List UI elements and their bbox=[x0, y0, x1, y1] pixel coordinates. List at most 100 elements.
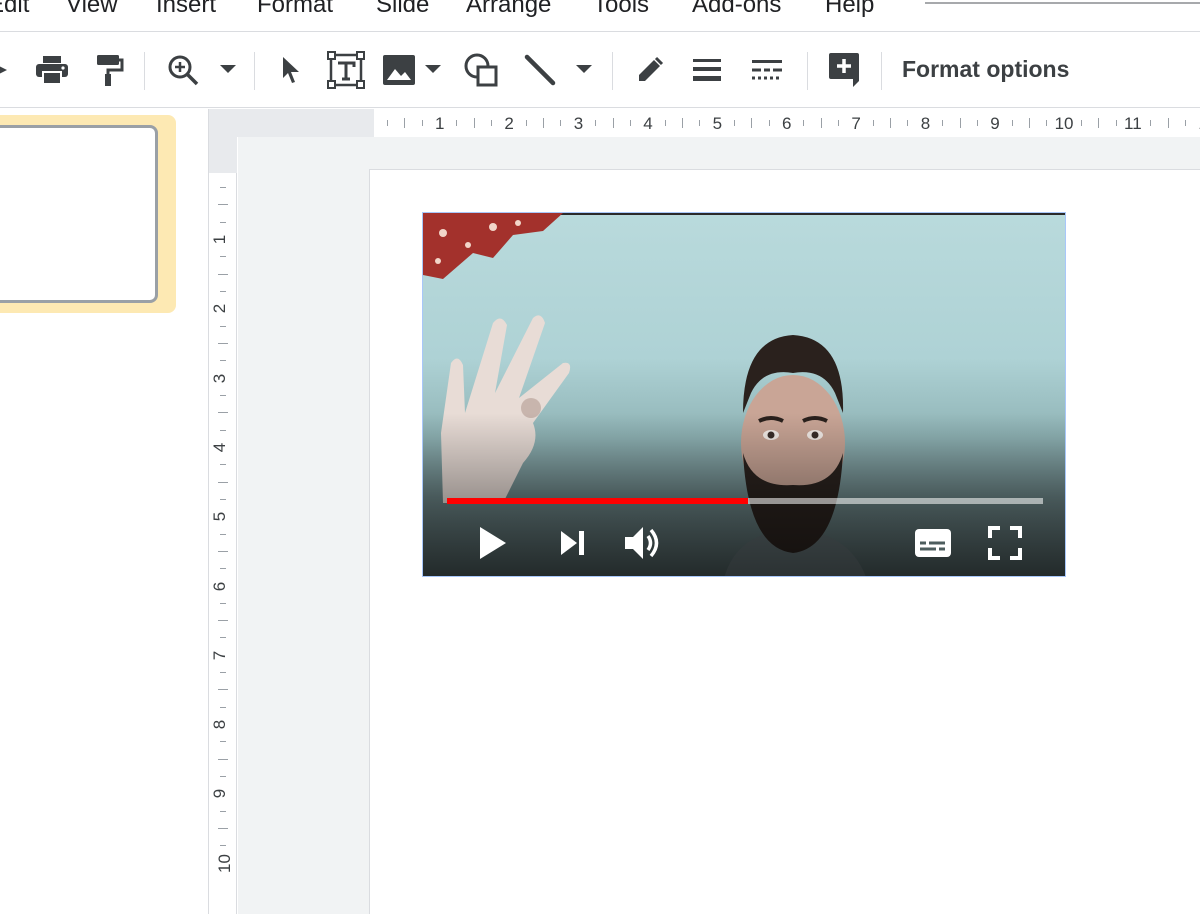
horizontal-ruler-label: 5 bbox=[712, 114, 723, 133]
horizontal-ruler-tick bbox=[386, 120, 388, 126]
vertical-ruler-label: 5 bbox=[210, 511, 230, 522]
select-cursor-icon[interactable] bbox=[276, 50, 306, 90]
horizontal-ruler-tick bbox=[1185, 120, 1187, 126]
vertical-ruler-tick bbox=[218, 273, 228, 275]
slide-thumbnail-selected[interactable] bbox=[0, 115, 176, 313]
menu-view[interactable]: View bbox=[66, 0, 118, 19]
horizontal-ruler-tick bbox=[421, 120, 423, 126]
horizontal-ruler-tick bbox=[1046, 120, 1048, 126]
image-dropdown-arrow-icon[interactable] bbox=[421, 50, 445, 90]
menu-add-ons[interactable]: Add-ons bbox=[692, 0, 781, 19]
vertical-ruler-label: 4 bbox=[210, 442, 230, 453]
horizontal-ruler-tick bbox=[1098, 118, 1100, 128]
horizontal-ruler-label: 2 bbox=[504, 114, 514, 133]
vertical-ruler-tick bbox=[220, 741, 226, 743]
horizontal-ruler-tick bbox=[838, 120, 840, 126]
horizontal-ruler-tick bbox=[473, 118, 475, 128]
horizontal-ruler-tick bbox=[751, 118, 753, 128]
zoom-icon[interactable] bbox=[165, 50, 201, 90]
text-box-icon[interactable] bbox=[326, 50, 366, 90]
menu-tools[interactable]: Tools bbox=[593, 0, 649, 19]
subtitles-icon[interactable] bbox=[911, 521, 955, 565]
volume-icon[interactable] bbox=[621, 521, 665, 565]
fullscreen-icon[interactable] bbox=[983, 521, 1027, 565]
paint-format-partial-icon[interactable] bbox=[0, 50, 16, 90]
play-icon[interactable] bbox=[471, 521, 515, 565]
horizontal-ruler-tick bbox=[1150, 120, 1152, 126]
vertical-ruler-tick bbox=[220, 221, 226, 223]
print-icon[interactable] bbox=[32, 50, 72, 90]
horizontal-ruler-tick bbox=[404, 118, 406, 128]
zoom-dropdown-arrow-icon[interactable] bbox=[216, 50, 240, 90]
paint-roller-icon[interactable] bbox=[92, 50, 126, 90]
slide-thumbnail[interactable] bbox=[0, 125, 158, 303]
pen-icon[interactable] bbox=[634, 50, 666, 90]
horizontal-ruler-tick bbox=[976, 120, 978, 126]
horizontal-ruler-tick bbox=[560, 120, 562, 126]
horizontal-ruler-label: 1 bbox=[435, 114, 445, 133]
horizontal-ruler[interactable]: 12345678910111 bbox=[237, 109, 1200, 137]
horizontal-ruler-tick bbox=[907, 120, 909, 126]
menu-edit[interactable]: Edit bbox=[0, 0, 29, 19]
vertical-ruler-label: 3 bbox=[210, 373, 230, 383]
vertical-ruler[interactable]: 1 2 3 4 5 6 7 8 9 10 bbox=[209, 137, 237, 914]
horizontal-ruler-label: 6 bbox=[782, 114, 792, 133]
horizontal-ruler-label: 10 bbox=[1054, 114, 1074, 133]
toolbar-separator bbox=[881, 52, 882, 90]
vertical-ruler-tick bbox=[220, 602, 226, 604]
horizontal-ruler-tick bbox=[1167, 118, 1169, 128]
vertical-ruler-tick bbox=[218, 689, 228, 691]
vertical-ruler-tick bbox=[218, 412, 228, 414]
horizontal-ruler-label: 3 bbox=[573, 114, 584, 133]
line-icon[interactable] bbox=[522, 50, 558, 90]
embedded-video[interactable] bbox=[422, 212, 1066, 577]
video-progress-bar[interactable] bbox=[447, 498, 1043, 504]
horizontal-ruler-tick bbox=[629, 120, 631, 126]
horizontal-ruler-tick bbox=[942, 120, 944, 126]
vertical-ruler-tick bbox=[218, 620, 228, 622]
format-options-button[interactable]: Format options bbox=[902, 56, 1069, 83]
background-fabric-decoration bbox=[423, 213, 563, 279]
line-dropdown-arrow-icon[interactable] bbox=[572, 50, 596, 90]
horizontal-ruler-tick bbox=[1011, 120, 1013, 126]
vertical-ruler-tick bbox=[220, 637, 226, 639]
vertical-ruler-tick bbox=[218, 342, 228, 344]
toolbar-separator bbox=[807, 52, 808, 90]
shape-icon[interactable] bbox=[462, 50, 500, 90]
horizontal-ruler-tick bbox=[699, 120, 701, 126]
vertical-ruler-tick bbox=[218, 481, 228, 483]
line-weight-icon[interactable] bbox=[690, 50, 724, 90]
menu-help[interactable]: Help bbox=[825, 0, 874, 19]
toolbar-separator bbox=[254, 52, 255, 90]
horizontal-ruler-tick bbox=[491, 120, 493, 126]
next-icon[interactable] bbox=[551, 521, 595, 565]
vertical-ruler-tick bbox=[220, 187, 226, 189]
vertical-ruler-tick bbox=[220, 429, 226, 431]
horizontal-ruler-label: 4 bbox=[643, 114, 653, 133]
vertical-ruler-tick bbox=[220, 810, 226, 812]
vertical-ruler-tick bbox=[220, 845, 226, 847]
horizontal-ruler-tick bbox=[890, 118, 892, 128]
line-dash-icon[interactable] bbox=[750, 50, 784, 90]
menu-format[interactable]: Format bbox=[257, 0, 333, 19]
vertical-ruler-label: 10 bbox=[214, 853, 234, 873]
image-icon[interactable] bbox=[381, 50, 417, 90]
horizontal-ruler-tick bbox=[872, 120, 874, 126]
add-comment-icon[interactable] bbox=[825, 50, 863, 90]
menu-insert[interactable]: Insert bbox=[156, 0, 216, 19]
horizontal-ruler-tick bbox=[595, 120, 597, 126]
horizontal-ruler-tick bbox=[768, 120, 770, 126]
vertical-ruler-tick bbox=[220, 672, 226, 674]
horizontal-ruler-tick bbox=[959, 118, 961, 128]
vertical-ruler-tick bbox=[220, 360, 226, 362]
menu-slide[interactable]: Slide bbox=[376, 0, 429, 19]
menu-divider-line bbox=[925, 2, 1200, 4]
horizontal-ruler-tick bbox=[803, 120, 805, 126]
vertical-ruler-tick bbox=[218, 204, 228, 206]
menu-arrange[interactable]: Arrange bbox=[466, 0, 551, 19]
horizontal-ruler-tick bbox=[681, 118, 683, 128]
vertical-ruler-margin-region bbox=[209, 137, 237, 173]
vertical-ruler-tick bbox=[220, 533, 226, 535]
horizontal-ruler-label: 8 bbox=[920, 114, 931, 133]
vertical-ruler-tick bbox=[220, 706, 226, 708]
